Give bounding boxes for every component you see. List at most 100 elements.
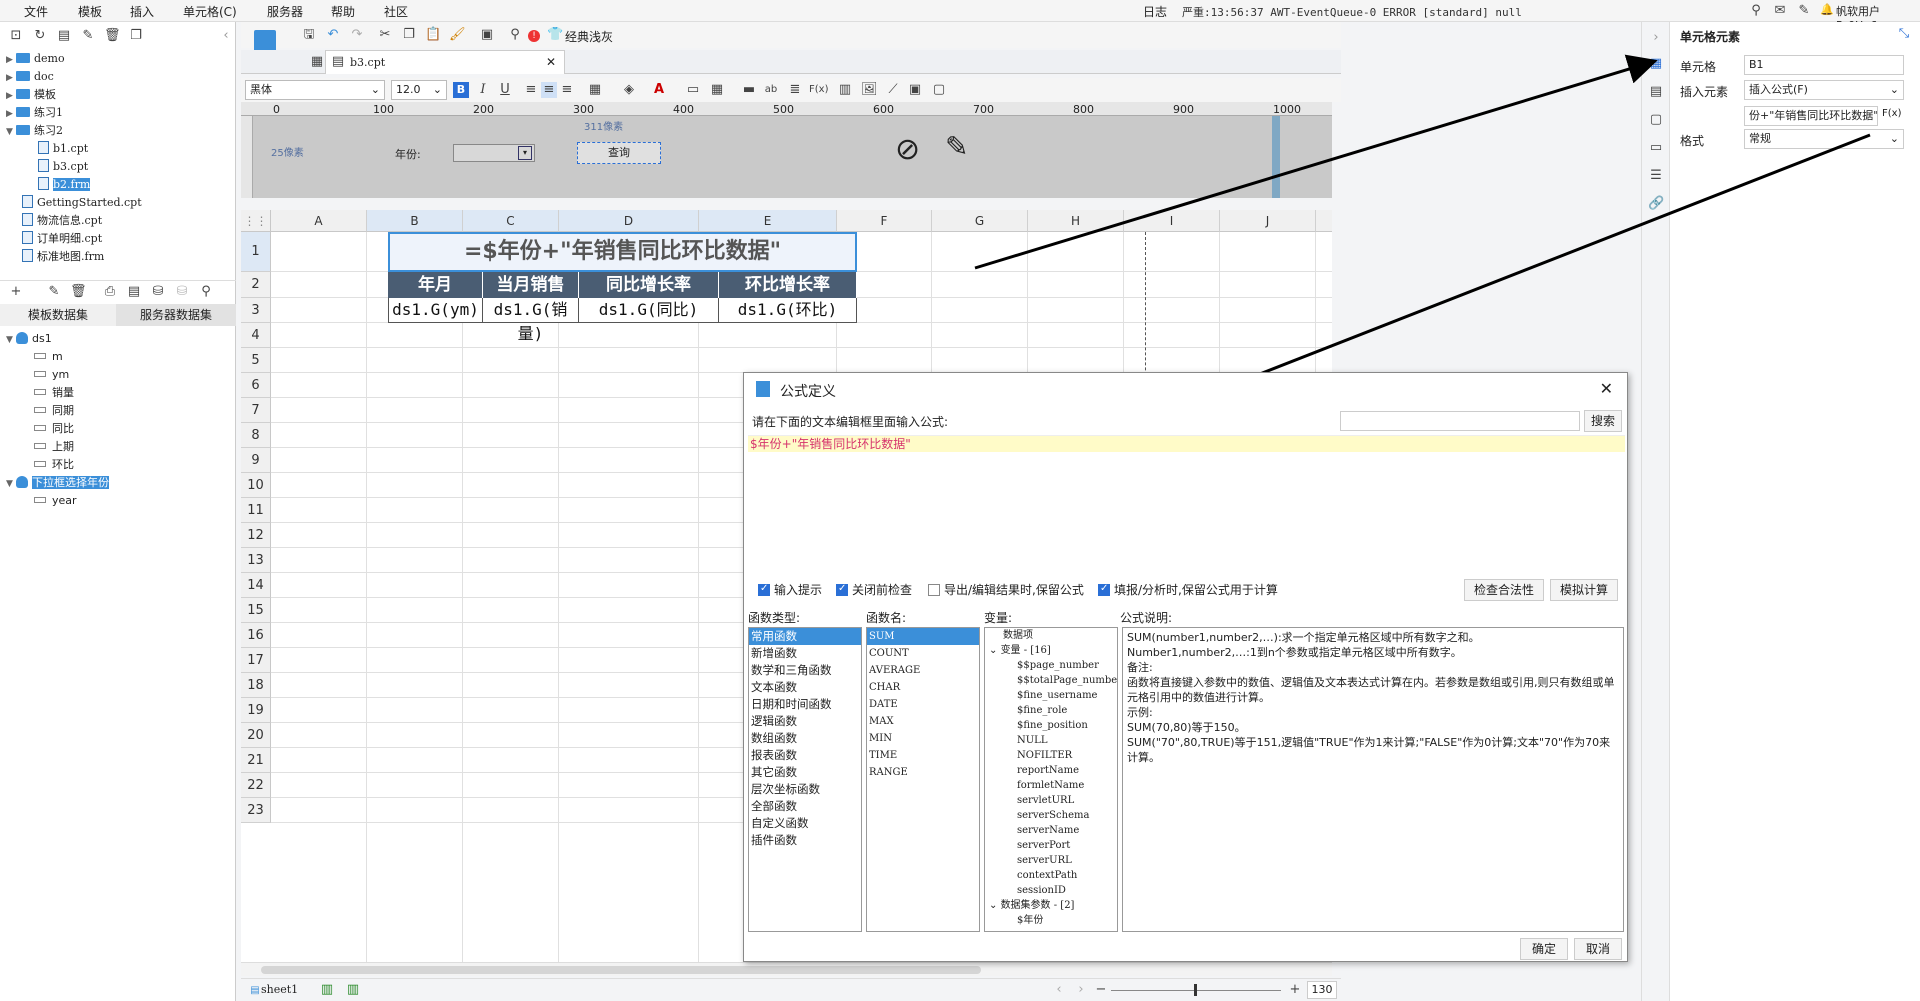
data-cell[interactable]: ds1.G(环比) (719, 298, 857, 323)
dataset-item[interactable]: ▼ 下拉框选择年份 (6, 474, 109, 492)
row-header[interactable]: 9 (241, 448, 271, 473)
variable-item[interactable]: NOFILTER (985, 748, 1117, 763)
row-header[interactable]: 13 (241, 548, 271, 573)
dataset-item[interactable]: ▼ ds1 (6, 330, 52, 348)
zoom-out-icon[interactable]: − (1093, 982, 1109, 998)
database-icon[interactable]: ⛁ (150, 284, 166, 300)
tree-file[interactable]: b3.cpt (38, 158, 88, 176)
hidden-eye-icon[interactable]: ⊘ (895, 132, 920, 167)
preview-icon[interactable]: ⎙ (102, 284, 118, 300)
menu-file[interactable]: 文件 (24, 3, 48, 20)
formula-editor[interactable]: $年份+"年销售同比环比数据" (748, 435, 1625, 635)
italic-icon[interactable]: I (475, 82, 491, 98)
field-item[interactable]: 上期 (34, 438, 74, 456)
tab-template-dataset[interactable]: 模板数据集 (0, 304, 116, 326)
pencil-icon[interactable]: ✎ (945, 130, 968, 163)
add-sheet-alt-icon[interactable]: ▥ (345, 982, 361, 998)
prev-page-icon[interactable]: ‹ (1051, 982, 1067, 998)
function-name-item[interactable]: MAX (867, 713, 979, 730)
year-combobox[interactable]: ▾ (453, 144, 535, 162)
paste-icon[interactable]: 📋 (425, 27, 441, 43)
checkbox-keep-formula-fill[interactable]: 填报/分析时,保留公式用于计算 (1098, 581, 1278, 598)
tree-folder[interactable]: ▶ 练习1 (6, 104, 63, 122)
title-cell-b1[interactable]: =$年份+"年销售同比环比数据" (388, 232, 857, 272)
function-type-item[interactable]: 文本函数 (749, 679, 861, 696)
variable-tree[interactable]: 数据项 ⌄ 变量 - [16] $$page_number $$totalPage_n… (984, 627, 1118, 932)
collapsed-arrow-icon[interactable]: ▶ (6, 87, 16, 105)
row-header[interactable]: 11 (241, 498, 271, 523)
frame-icon[interactable]: ▢ (931, 82, 947, 98)
variable-item[interactable]: servletURL (985, 793, 1117, 808)
row-header[interactable]: 15 (241, 598, 271, 623)
cell-element-icon[interactable]: ▦ (1648, 56, 1664, 72)
redo-icon[interactable]: ↷ (349, 27, 365, 43)
function-name-item[interactable]: CHAR (867, 679, 979, 696)
row-header[interactable]: 16 (241, 623, 271, 648)
variable-item[interactable]: $年份 (985, 913, 1117, 928)
width-marker[interactable] (1272, 116, 1280, 198)
checkbox-keep-formula-export[interactable]: 导出/编辑结果时,保留公式 (928, 581, 1084, 598)
subreport-icon[interactable]: ▣ (907, 82, 923, 98)
message-icon[interactable]: ✉ (1772, 3, 1788, 19)
bold-icon[interactable]: B (453, 82, 469, 98)
row-header[interactable]: 18 (241, 673, 271, 698)
tree-file[interactable]: GettingStarted.cpt (22, 194, 142, 212)
function-name-item[interactable]: TIME (867, 747, 979, 764)
header-cell[interactable]: 当月销售 (483, 272, 579, 298)
field-item[interactable]: year (34, 492, 77, 510)
menu-community[interactable]: 社区 (384, 3, 408, 20)
column-header[interactable]: J (1220, 210, 1316, 232)
font-size-select[interactable]: 12.0 ⌄ (391, 80, 447, 100)
tree-file[interactable]: b1.cpt (38, 140, 88, 158)
tree-folder[interactable]: ▶ doc (6, 68, 54, 86)
widget-icon[interactable]: ▭ (1648, 140, 1664, 156)
bell-icon-user[interactable]: 🔔 (1820, 3, 1834, 16)
expanded-arrow-icon[interactable]: ▼ (6, 475, 16, 493)
border-icon[interactable]: ▦ (587, 82, 603, 98)
column-header[interactable]: B (367, 210, 463, 232)
function-type-item[interactable]: 逻辑函数 (749, 713, 861, 730)
function-name-item[interactable]: RANGE (867, 764, 979, 781)
format-select[interactable]: 常规 ⌄ (1744, 129, 1904, 149)
data-cell[interactable]: ds1.G(销量) (483, 298, 579, 343)
row-header[interactable]: 6 (241, 373, 271, 398)
row-header[interactable]: 21 (241, 748, 271, 773)
column-header[interactable]: A (271, 210, 367, 232)
variable-item[interactable]: $fine_position (985, 718, 1117, 733)
text-icon[interactable]: ab (763, 82, 779, 98)
menu-template[interactable]: 模板 (78, 3, 102, 20)
copy-icon[interactable]: ❐ (401, 27, 417, 43)
column-header[interactable]: F (837, 210, 932, 232)
tab-b3[interactable]: ▤ b3.cpt ✕ (325, 50, 565, 74)
function-type-item[interactable]: 新增函数 (749, 645, 861, 662)
field-item[interactable]: ym (34, 366, 69, 384)
function-type-item[interactable]: 数学和三角函数 (749, 662, 861, 679)
column-header[interactable]: I (1124, 210, 1220, 232)
function-type-item[interactable]: 自定义函数 (749, 815, 861, 832)
scrollbar-thumb[interactable] (261, 966, 981, 974)
format-painter-icon[interactable]: 🖌 (449, 27, 466, 43)
field-item[interactable]: 销量 (34, 384, 74, 402)
refresh-icon[interactable]: ↻ (32, 28, 48, 44)
variable-item[interactable]: ⌄ 数据集参数 - [2] (985, 898, 1117, 913)
ok-button[interactable]: 确定 (1520, 938, 1568, 960)
zoom-slider-handle[interactable] (1194, 984, 1197, 996)
row-header[interactable]: 14 (241, 573, 271, 598)
log-link[interactable]: 日志 (1143, 3, 1167, 20)
checkbox-input-hint[interactable]: 输入提示 (758, 581, 822, 598)
copy-icon[interactable]: ❐ (128, 28, 144, 44)
variable-item[interactable]: 数据项 (985, 628, 1117, 643)
row-header[interactable]: 12 (241, 523, 271, 548)
function-name-item[interactable]: MIN (867, 730, 979, 747)
save-icon[interactable]: 🖫 (301, 27, 317, 43)
new-folder-icon[interactable]: ⊡ (8, 28, 24, 44)
border-icon[interactable]: ▢ (1648, 112, 1664, 128)
edit-icon[interactable]: ✎ (80, 28, 96, 44)
function-name-item[interactable]: AVERAGE (867, 662, 979, 679)
row-header[interactable]: 2 (241, 272, 271, 298)
row-header[interactable]: 5 (241, 348, 271, 373)
tree-file[interactable]: 物流信息.cpt (22, 212, 102, 230)
function-name-item[interactable]: SUM (867, 628, 979, 645)
sheet-tab[interactable]: sheet1 (261, 983, 298, 996)
field-item[interactable]: m (34, 348, 63, 366)
